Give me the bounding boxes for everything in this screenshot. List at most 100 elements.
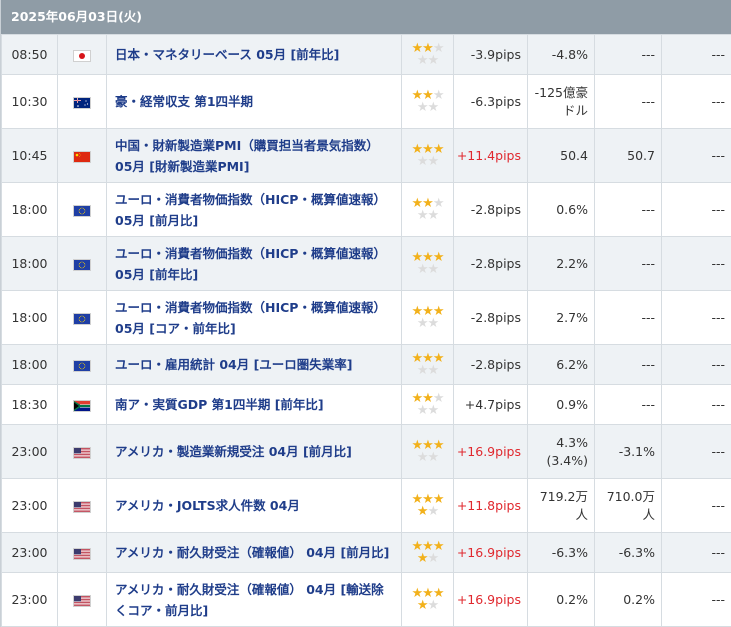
event-title-link[interactable]: 南ア・実質GDP 第1四半期 [前年比] xyxy=(107,385,402,425)
forecast-value: 50.7 xyxy=(595,129,662,183)
star-empty-icon: ★ xyxy=(417,154,428,169)
star-empty-icon: ★ xyxy=(428,363,439,378)
event-title-link[interactable]: ユーロ・消費者物価指数（HICP・概算値速報） 05月 [前年比] xyxy=(107,237,402,291)
event-row: 23:00アメリカ・耐久財受注（確報値） 04月 [輸送除くコア・前月比]★★★… xyxy=(2,573,731,627)
us-flag-icon xyxy=(73,501,91,513)
importance-stars: ★★★★★ xyxy=(402,345,454,385)
previous-value: --- xyxy=(662,479,731,533)
star-empty-icon: ★ xyxy=(428,208,439,223)
importance-stars: ★★★★★ xyxy=(402,533,454,573)
forecast-value: 710.0万人 xyxy=(595,479,662,533)
previous-value: --- xyxy=(662,345,731,385)
forecast-value: --- xyxy=(595,35,662,75)
eu-flag-icon xyxy=(73,360,91,372)
forecast-value: --- xyxy=(595,237,662,291)
event-row: 18:00ユーロ・消費者物価指数（HICP・概算値速報） 05月 [前年比]★★… xyxy=(2,237,731,291)
star-empty-icon: ★ xyxy=(417,262,428,277)
event-title-link[interactable]: ユーロ・雇用統計 04月 [ユーロ圏失業率] xyxy=(107,345,402,385)
star-empty-icon: ★ xyxy=(417,363,428,378)
previous-value: --- xyxy=(662,291,731,345)
event-time: 23:00 xyxy=(2,533,58,573)
star-empty-icon: ★ xyxy=(428,100,439,115)
forecast-value: --- xyxy=(595,345,662,385)
au-flag-icon xyxy=(73,97,91,109)
event-row: 10:30豪・経常収支 第1四半期★★★★★-6.3pips-125億豪ドル--… xyxy=(2,75,731,129)
us-flag-icon xyxy=(73,447,91,459)
previous-value: --- xyxy=(662,533,731,573)
event-time: 18:00 xyxy=(2,237,58,291)
star-empty-icon: ★ xyxy=(428,403,439,418)
event-title-link[interactable]: アメリカ・耐久財受注（確報値） 04月 [前月比] xyxy=(107,533,402,573)
event-time: 23:00 xyxy=(2,425,58,479)
previous-value: --- xyxy=(662,35,731,75)
flag-cell xyxy=(58,425,107,479)
event-row: 08:50日本・マネタリーベース 05月 [前年比]★★★★★-3.9pips-… xyxy=(2,35,731,75)
star-filled-icon: ★ xyxy=(417,504,428,519)
event-time: 08:50 xyxy=(2,35,58,75)
flag-cell xyxy=(58,533,107,573)
star-empty-icon: ★ xyxy=(428,504,439,519)
events-table: 08:50日本・マネタリーベース 05月 [前年比]★★★★★-3.9pips-… xyxy=(1,34,731,627)
event-title-link[interactable]: ユーロ・消費者物価指数（HICP・概算値速報） 05月 [前月比] xyxy=(107,183,402,237)
cn-flag-icon xyxy=(73,151,91,163)
forecast-value: -6.3% xyxy=(595,533,662,573)
event-row: 18:00ユーロ・消費者物価指数（HICP・概算値速報） 05月 [前月比]★★… xyxy=(2,183,731,237)
importance-stars: ★★★★★ xyxy=(402,183,454,237)
result-value: -125億豪ドル xyxy=(528,75,595,129)
forecast-value: 0.2% xyxy=(595,573,662,627)
importance-stars: ★★★★★ xyxy=(402,35,454,75)
pips-change: +16.9pips xyxy=(454,425,528,479)
event-row: 18:00ユーロ・雇用統計 04月 [ユーロ圏失業率]★★★★★-2.8pips… xyxy=(2,345,731,385)
forecast-value: --- xyxy=(595,75,662,129)
pips-change: +11.4pips xyxy=(454,129,528,183)
flag-cell xyxy=(58,573,107,627)
event-time: 18:30 xyxy=(2,385,58,425)
star-empty-icon: ★ xyxy=(417,316,428,331)
star-empty-icon: ★ xyxy=(428,316,439,331)
star-empty-icon: ★ xyxy=(417,208,428,223)
pips-change: +4.7pips xyxy=(454,385,528,425)
pips-change: -6.3pips xyxy=(454,75,528,129)
event-row: 23:00 アメリカ・製造業新規受注 04月 [前月比]★★★★★+16.9pip… xyxy=(2,425,731,479)
pips-change: -2.8pips xyxy=(454,237,528,291)
result-value: 0.2% xyxy=(528,573,595,627)
event-title-link[interactable]: アメリカ・耐久財受注（確報値） 04月 [輸送除くコア・前月比] xyxy=(107,573,402,627)
event-title-link[interactable]: アメリカ・製造業新規受注 04月 [前月比] xyxy=(107,425,402,479)
event-title-link[interactable]: 中国・財新製造業PMI（購買担当者景気指数） 05月 [財新製造業PMI] xyxy=(107,129,402,183)
importance-stars: ★★★★★ xyxy=(402,129,454,183)
star-empty-icon: ★ xyxy=(428,551,439,566)
star-empty-icon: ★ xyxy=(417,403,428,418)
previous-value: --- xyxy=(662,237,731,291)
pips-change: +11.8pips xyxy=(454,479,528,533)
previous-value: --- xyxy=(662,129,731,183)
importance-stars: ★★★★★ xyxy=(402,425,454,479)
event-title-link[interactable]: ユーロ・消費者物価指数（HICP・概算値速報） 05月 [コア・前年比] xyxy=(107,291,402,345)
pips-change: +16.9pips xyxy=(454,533,528,573)
result-value: -4.8% xyxy=(528,35,595,75)
event-title-link[interactable]: 日本・マネタリーベース 05月 [前年比] xyxy=(107,35,402,75)
forecast-value: -3.1% xyxy=(595,425,662,479)
event-title-link[interactable]: 豪・経常収支 第1四半期 xyxy=(107,75,402,129)
result-value: -6.3% xyxy=(528,533,595,573)
star-empty-icon: ★ xyxy=(428,598,439,613)
pips-change: -3.9pips xyxy=(454,35,528,75)
eu-flag-icon xyxy=(73,205,91,217)
star-empty-icon: ★ xyxy=(417,53,428,68)
previous-value: --- xyxy=(662,183,731,237)
star-empty-icon: ★ xyxy=(417,100,428,115)
event-row: 18:30南ア・実質GDP 第1四半期 [前年比]★★★★★+4.7pips0.… xyxy=(2,385,731,425)
star-filled-icon: ★ xyxy=(417,598,428,613)
za-flag-icon xyxy=(73,400,91,412)
result-value: 719.2万人 xyxy=(528,479,595,533)
event-row: 10:45中国・財新製造業PMI（購買担当者景気指数） 05月 [財新製造業PM… xyxy=(2,129,731,183)
event-time: 18:00 xyxy=(2,183,58,237)
forecast-value: --- xyxy=(595,385,662,425)
flag-cell xyxy=(58,385,107,425)
us-flag-icon xyxy=(73,548,91,560)
event-row: 23:00 アメリカ・耐久財受注（確報値） 04月 [前月比]★★★★★+16.9… xyxy=(2,533,731,573)
date-header: 2025年06月03日(火) xyxy=(1,0,731,34)
calendar-panel: 2025年06月03日(火) 08:50 日本・マネタリーベース 05月 [前年比… xyxy=(0,0,731,627)
star-empty-icon: ★ xyxy=(417,450,428,465)
event-title-link[interactable]: アメリカ・JOLTS求人件数 04月 xyxy=(107,479,402,533)
pips-change: -2.8pips xyxy=(454,183,528,237)
